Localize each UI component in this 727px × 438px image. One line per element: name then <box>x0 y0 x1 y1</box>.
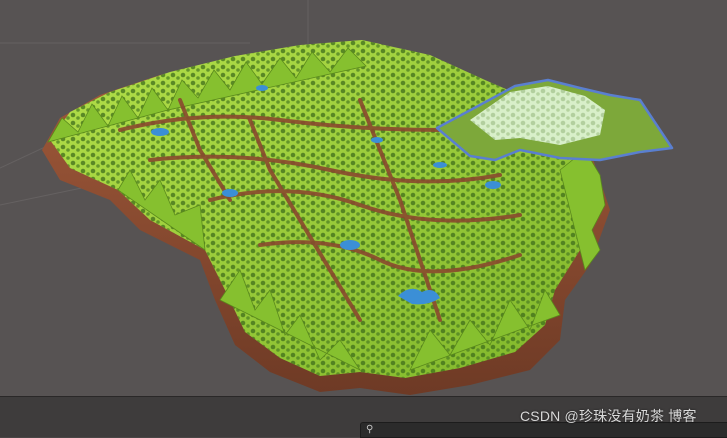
terrain-scene[interactable] <box>0 0 727 396</box>
scene-view[interactable] <box>0 0 727 396</box>
watermark-text: CSDN @珍珠没有奶茶 博客 <box>520 408 697 424</box>
search-icon[interactable]: ⚲ <box>366 424 378 436</box>
